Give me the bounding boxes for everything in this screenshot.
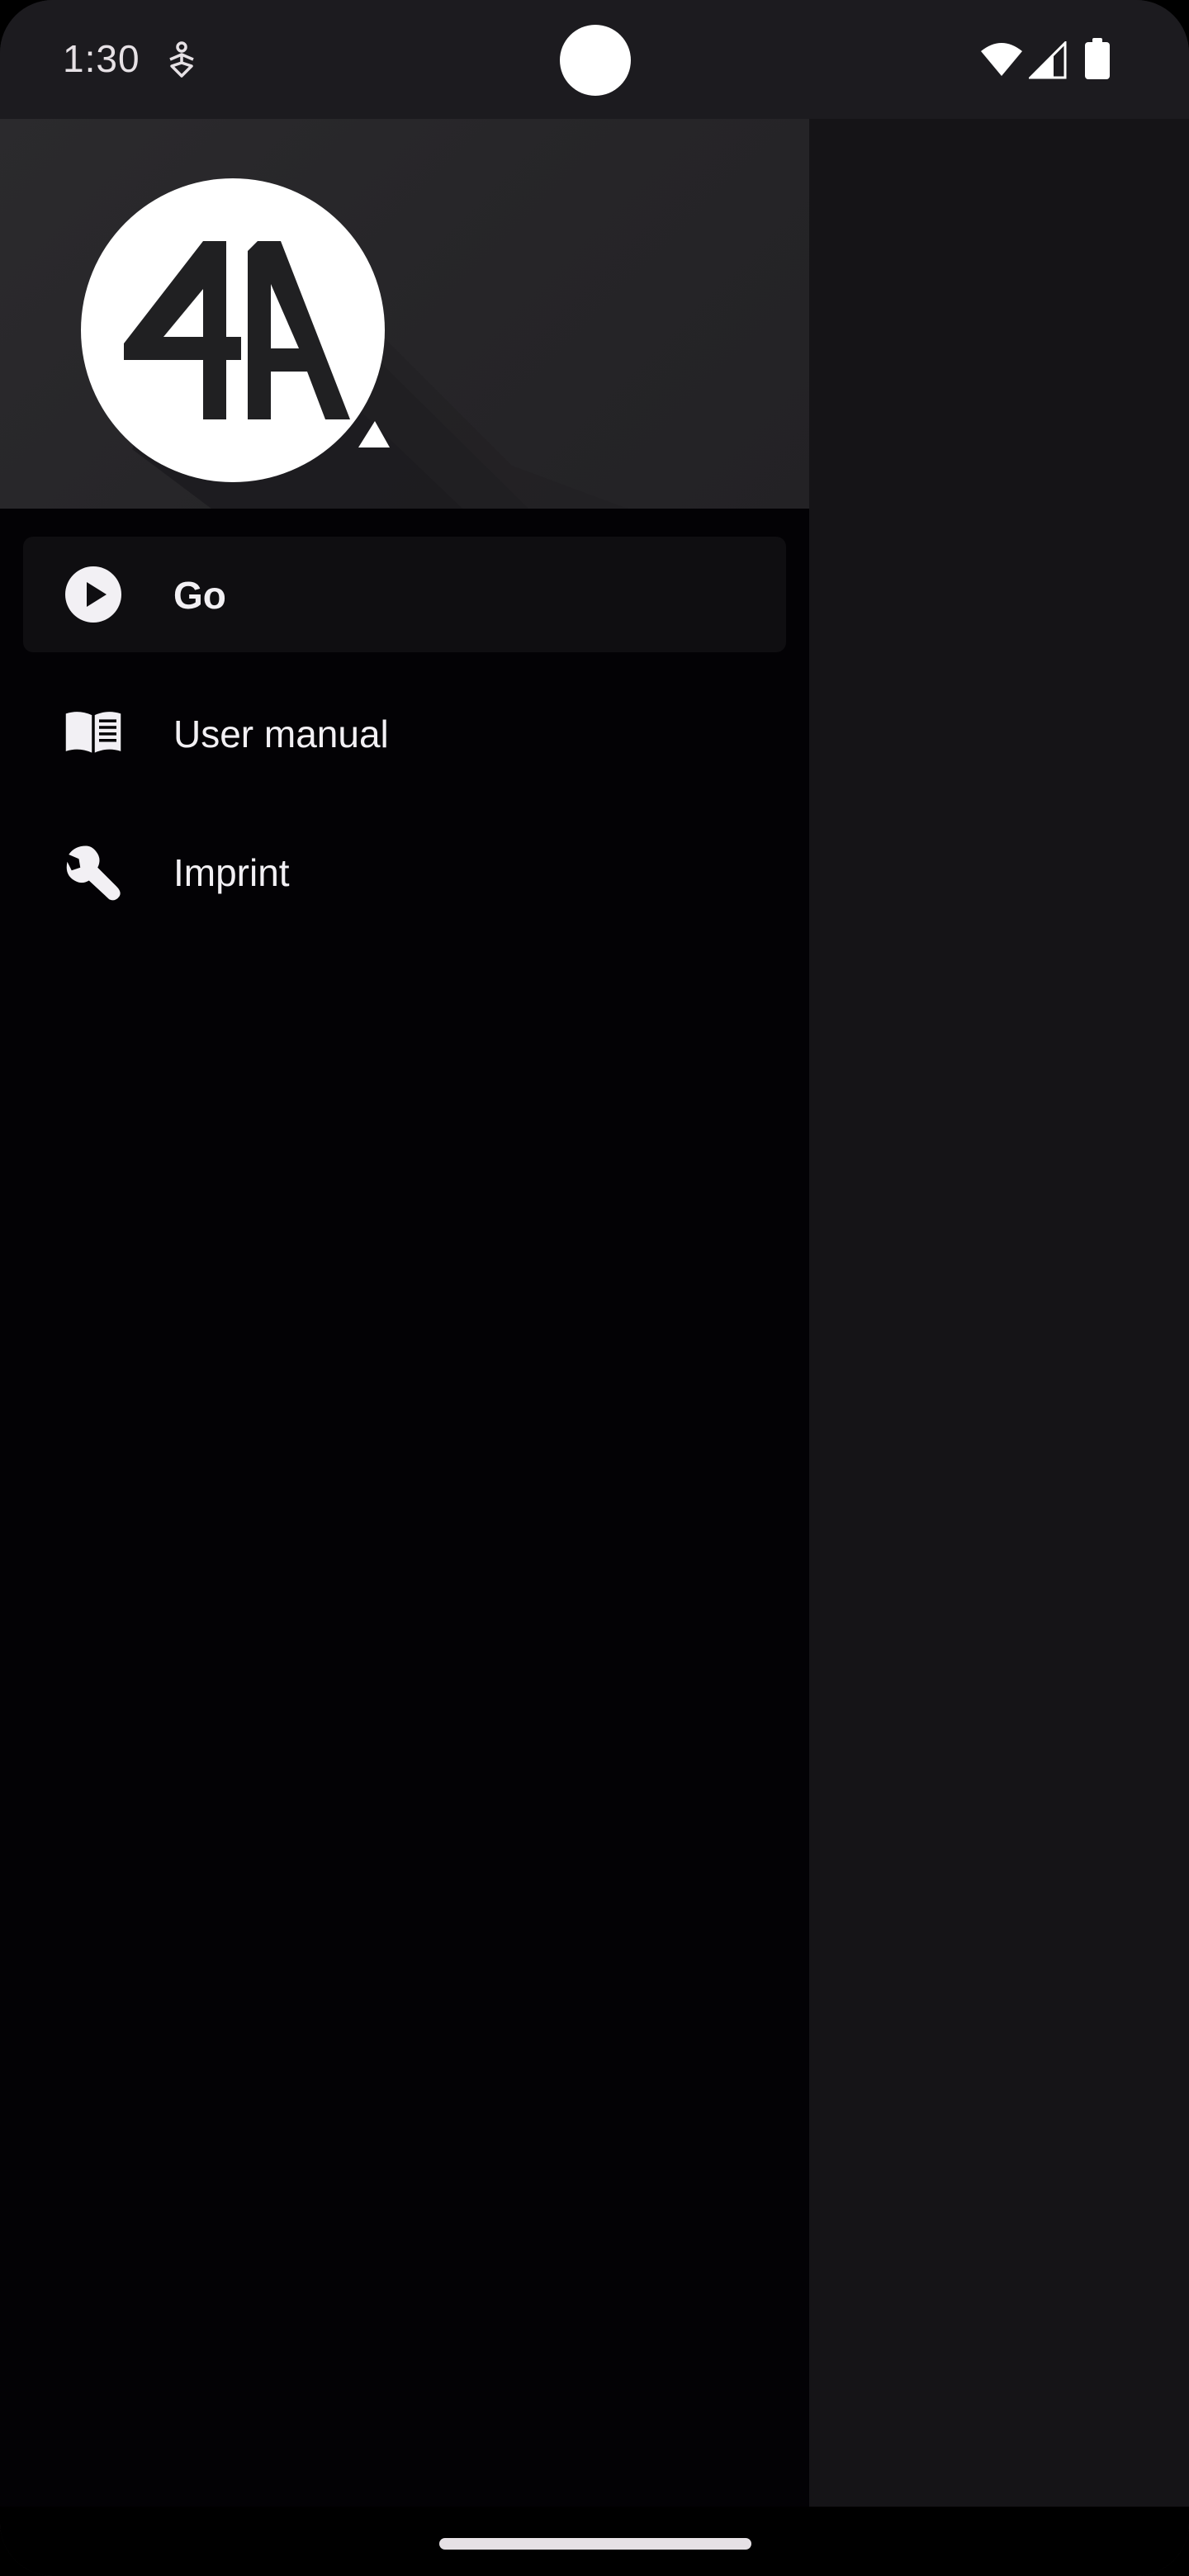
- content-scrim[interactable]: [809, 119, 1189, 2507]
- drawer-item-label: Go: [173, 574, 226, 617]
- wifi-icon: [981, 43, 1022, 76]
- cell-signal-icon: [1029, 41, 1067, 79]
- play-circle-icon: [65, 566, 121, 623]
- status-time: 1:30: [63, 37, 140, 80]
- drawer-item-user-manual[interactable]: User manual: [23, 675, 786, 791]
- camera-cutout: [560, 25, 631, 96]
- drawer-header: [0, 119, 809, 509]
- app-logo-icon: [81, 178, 390, 482]
- open-book-icon: [65, 712, 121, 753]
- status-bar: 1:30: [0, 0, 1189, 119]
- drawer-item-go[interactable]: Go: [23, 537, 786, 652]
- wrench-icon: [66, 845, 121, 901]
- drawer-item-label: Imprint: [173, 851, 290, 894]
- drawer-item-imprint[interactable]: Imprint: [23, 814, 786, 930]
- gesture-handle[interactable]: [439, 2538, 751, 2550]
- accessibility-service-icon: [169, 41, 194, 78]
- gesture-navigation-bar: [0, 2507, 1189, 2576]
- drawer-item-label: User manual: [173, 713, 389, 755]
- navigation-drawer: Go User manual Imprint: [0, 119, 809, 2507]
- battery-full-icon: [1085, 38, 1110, 79]
- device-screen: 1:30 Go User manual Imprint: [0, 0, 1189, 2576]
